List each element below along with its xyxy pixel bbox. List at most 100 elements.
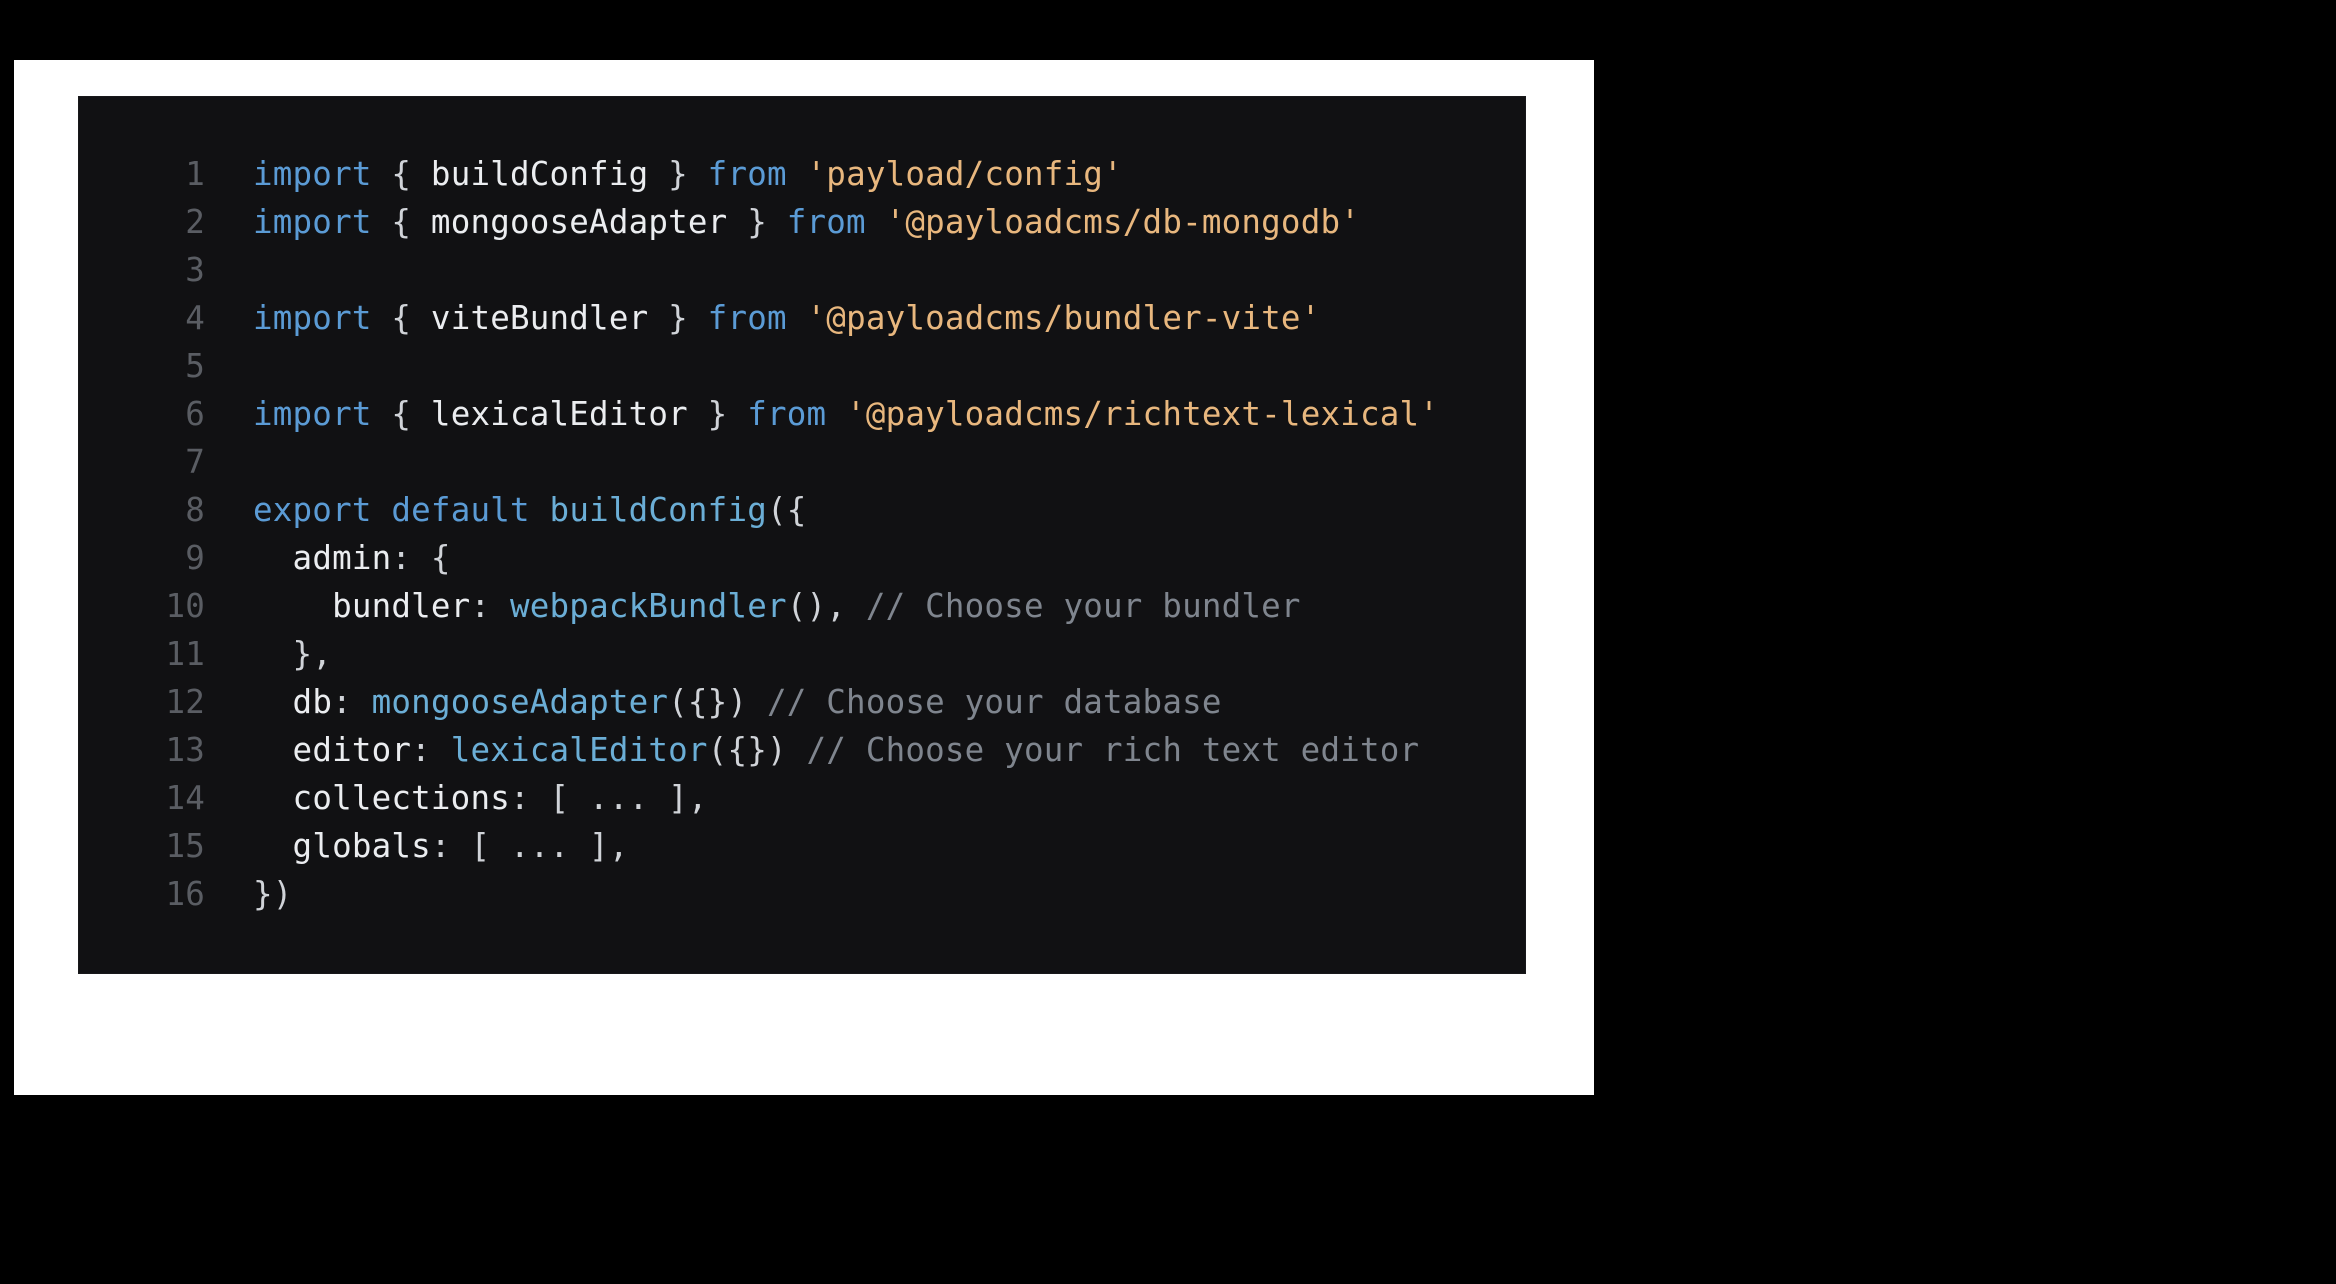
line-number: 2 <box>78 198 253 246</box>
code-content: db: mongooseAdapter({}) // Choose your d… <box>253 678 1222 726</box>
token-kw: import <box>253 395 372 433</box>
code-editor-panel: 1import { buildConfig } from 'payload/co… <box>78 96 1526 974</box>
token-punc <box>253 731 293 769</box>
code-line: 7 <box>78 438 1526 486</box>
code-content: import { buildConfig } from 'payload/con… <box>253 150 1123 198</box>
code-line: 10 bundler: webpackBundler(), // Choose … <box>78 582 1526 630</box>
code-line: 1import { buildConfig } from 'payload/co… <box>78 150 1526 198</box>
token-kw: from <box>747 395 826 433</box>
token-punc: } <box>727 203 786 241</box>
token-punc <box>253 587 332 625</box>
token-ident: lexicalEditor <box>431 395 688 433</box>
token-punc <box>253 539 293 577</box>
token-punc <box>372 491 392 529</box>
token-str: '@payloadcms/bundler-vite' <box>807 299 1321 337</box>
token-str: '@payloadcms/richtext-lexical' <box>846 395 1439 433</box>
token-call: buildConfig <box>550 491 767 529</box>
token-punc: : <box>411 731 451 769</box>
token-kw: import <box>253 203 372 241</box>
code-line: 11 }, <box>78 630 1526 678</box>
token-ident: db <box>293 683 333 721</box>
token-punc: }, <box>253 635 332 673</box>
token-ident: admin <box>293 539 392 577</box>
token-punc: { <box>372 299 431 337</box>
token-kw: export <box>253 491 372 529</box>
image-frame: 1import { buildConfig } from 'payload/co… <box>14 60 1594 1095</box>
token-punc: : <box>332 683 372 721</box>
token-ident: mongooseAdapter <box>431 203 728 241</box>
token-str: 'payload/config' <box>807 155 1123 193</box>
line-number: 11 <box>78 630 253 678</box>
token-punc: : [ ... ], <box>431 827 629 865</box>
token-punc: { <box>372 155 431 193</box>
line-number: 13 <box>78 726 253 774</box>
token-punc: ({}) <box>668 683 767 721</box>
token-kw: import <box>253 155 372 193</box>
code-content: bundler: webpackBundler(), // Choose you… <box>253 582 1301 630</box>
code-content: }, <box>253 630 332 678</box>
line-number: 5 <box>78 342 253 390</box>
code-content: editor: lexicalEditor({}) // Choose your… <box>253 726 1419 774</box>
code-line: 12 db: mongooseAdapter({}) // Choose you… <box>78 678 1526 726</box>
token-punc <box>530 491 550 529</box>
token-cmt: // Choose your database <box>767 683 1222 721</box>
token-cmt: // Choose your rich text editor <box>807 731 1420 769</box>
token-punc <box>826 395 846 433</box>
token-call: webpackBundler <box>510 587 787 625</box>
code-line: 8export default buildConfig({ <box>78 486 1526 534</box>
code-line: 2import { mongooseAdapter } from '@paylo… <box>78 198 1526 246</box>
token-punc: : [ ... ], <box>510 779 708 817</box>
token-cmt: // Choose your bundler <box>866 587 1301 625</box>
code-line: 13 editor: lexicalEditor({}) // Choose y… <box>78 726 1526 774</box>
token-kw: from <box>787 203 866 241</box>
code-content: }) <box>253 870 293 918</box>
code-content: collections: [ ... ], <box>253 774 708 822</box>
token-punc <box>866 203 886 241</box>
token-punc: ({}) <box>708 731 807 769</box>
token-ident: viteBundler <box>431 299 648 337</box>
token-punc <box>253 683 293 721</box>
token-punc: (), <box>787 587 866 625</box>
token-punc <box>787 299 807 337</box>
code-line: 5 <box>78 342 1526 390</box>
line-number: 10 <box>78 582 253 630</box>
code-line: 14 collections: [ ... ], <box>78 774 1526 822</box>
noise-background: 1import { buildConfig } from 'payload/co… <box>34 80 1574 1075</box>
code-content: import { viteBundler } from '@payloadcms… <box>253 294 1320 342</box>
token-kw: default <box>391 491 529 529</box>
line-number: 1 <box>78 150 253 198</box>
token-punc: } <box>648 155 707 193</box>
token-punc <box>253 779 293 817</box>
line-number: 4 <box>78 294 253 342</box>
token-punc: } <box>688 395 747 433</box>
token-punc: : { <box>391 539 450 577</box>
token-ident: bundler <box>332 587 470 625</box>
code-line: 9 admin: { <box>78 534 1526 582</box>
token-ident: editor <box>293 731 412 769</box>
line-number: 12 <box>78 678 253 726</box>
line-number: 6 <box>78 390 253 438</box>
line-number: 8 <box>78 486 253 534</box>
line-number: 7 <box>78 438 253 486</box>
token-punc: { <box>372 203 431 241</box>
line-number: 14 <box>78 774 253 822</box>
line-number: 16 <box>78 870 253 918</box>
code-content: export default buildConfig({ <box>253 486 807 534</box>
code-line: 4import { viteBundler } from '@payloadcm… <box>78 294 1526 342</box>
token-str: '@payloadcms/db-mongodb' <box>886 203 1360 241</box>
token-punc <box>787 155 807 193</box>
token-call: lexicalEditor <box>451 731 708 769</box>
code-content: admin: { <box>253 534 451 582</box>
token-punc: { <box>372 395 431 433</box>
token-punc: : <box>470 587 510 625</box>
token-ident: collections <box>293 779 510 817</box>
token-ident: buildConfig <box>431 155 648 193</box>
token-kw: import <box>253 299 372 337</box>
token-kw: from <box>708 299 787 337</box>
line-number: 3 <box>78 246 253 294</box>
code-block: 1import { buildConfig } from 'payload/co… <box>78 150 1526 918</box>
code-line: 3 <box>78 246 1526 294</box>
code-line: 6import { lexicalEditor } from '@payload… <box>78 390 1526 438</box>
code-line: 16}) <box>78 870 1526 918</box>
code-line: 15 globals: [ ... ], <box>78 822 1526 870</box>
